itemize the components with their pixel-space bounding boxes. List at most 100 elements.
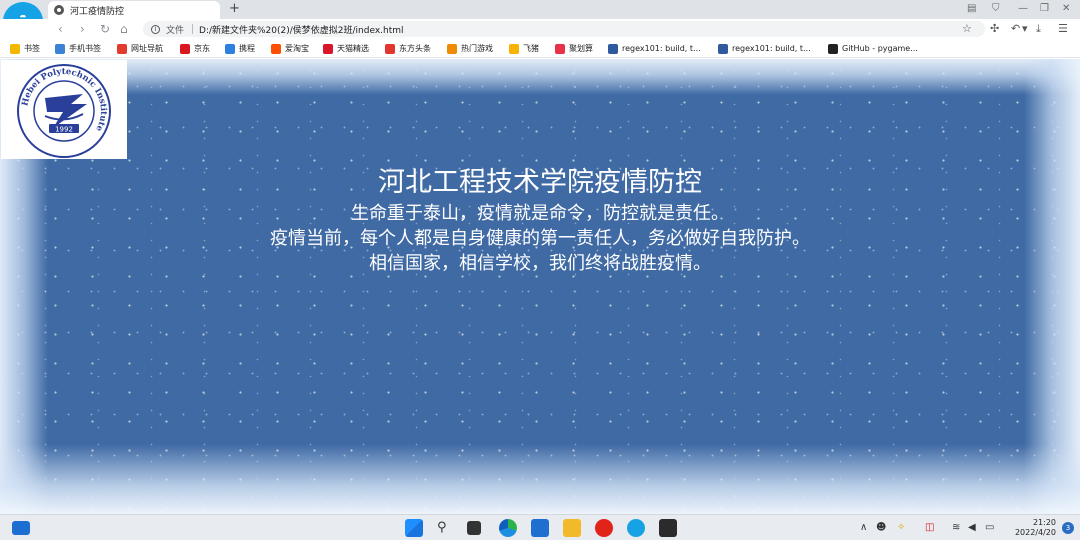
- bookmark-favicon-icon: [385, 43, 395, 54]
- notification-badge[interactable]: 3: [1062, 522, 1074, 534]
- bookmarks-bar: 书签 手机书签 网址导航 京东 携程 爱淘宝 天猫精选 东方头条 热门游戏 飞猪 聚划算 regex1…: [0, 39, 1080, 58]
- bookmark-favicon-icon: [718, 43, 728, 54]
- bookmark-label: 天猫精选: [337, 44, 369, 53]
- bookmark-item[interactable]: 爱淘宝: [271, 42, 309, 55]
- notice-line-3: 相信国家，相信学校，我们终将战胜疫情。: [369, 253, 711, 274]
- page-title: 河北工程技术学院疫情防控: [378, 167, 702, 198]
- bookmark-label: regex101: build, t...: [622, 44, 701, 53]
- frost-border-bottom: [0, 444, 1080, 514]
- notice-line-1: 生命重于泰山，疫情就是命令，防控就是责任。: [351, 203, 729, 224]
- close-button[interactable]: ✕: [1062, 2, 1070, 16]
- clock-time: 21:20: [1032, 518, 1056, 527]
- volume-icon[interactable]: ◀: [968, 522, 976, 534]
- browser-taskbar-icon[interactable]: [627, 519, 645, 537]
- bookmark-item[interactable]: regex101: build, t...: [718, 42, 811, 55]
- sidebar-toggle-icon[interactable]: ▤: [967, 2, 976, 16]
- address-toolbar: ‹ › ↻ ⌂ i 文件 D:/新建文件夹%20(2)/侯梦依虚拟2班/inde…: [0, 19, 1080, 39]
- restore-button[interactable]: ❐: [1040, 2, 1049, 16]
- tab-title: 河工疫情防控: [70, 6, 125, 17]
- snow-pattern: [0, 59, 1080, 514]
- clock-date: 2022/4/20: [1014, 528, 1056, 537]
- bookmark-label: 书签: [24, 44, 40, 53]
- bookmark-item[interactable]: 携程: [225, 42, 255, 55]
- school-logo: Hebei Polytechnic Institute 1992: [1, 60, 127, 159]
- bookmark-label: 聚划算: [569, 44, 593, 53]
- netease-music-icon[interactable]: [595, 519, 613, 537]
- edge-icon[interactable]: [499, 519, 517, 537]
- bookmark-label: 携程: [239, 44, 255, 53]
- new-tab-button[interactable]: +: [229, 1, 240, 17]
- bookmark-favicon-icon: [608, 43, 618, 54]
- tab-strip: 河工疫情防控 + ▤ ⛉ — ❐ ✕: [0, 0, 1080, 40]
- bookmark-label: 京东: [194, 44, 210, 53]
- undo-icon[interactable]: ↶: [1011, 22, 1020, 36]
- bookmark-item[interactable]: 东方头条: [385, 42, 431, 55]
- notice-line-2: 疫情当前，每个人都是自身健康的第一责任人，务必做好自我防护。: [270, 228, 810, 249]
- extensions-icon[interactable]: ✣: [990, 22, 999, 36]
- bookmark-favicon-icon: [55, 43, 65, 54]
- logo-year: 1992: [55, 126, 73, 134]
- battery-icon[interactable]: ▭: [985, 522, 994, 534]
- bookmark-item[interactable]: 天猫精选: [323, 42, 369, 55]
- wifi-icon[interactable]: ≋: [952, 522, 960, 534]
- frost-border-right: [1024, 59, 1080, 514]
- shield-icon[interactable]: ⛉: [992, 2, 1000, 16]
- download-icon[interactable]: ⤓: [1036, 22, 1041, 36]
- reload-button[interactable]: ↻: [100, 21, 110, 37]
- bookmark-item[interactable]: 热门游戏: [447, 42, 493, 55]
- mail-icon[interactable]: [531, 519, 549, 537]
- address-divider: [192, 24, 194, 34]
- bookmark-favicon-icon: [117, 43, 127, 54]
- school-seal-icon: Hebei Polytechnic Institute 1992: [17, 64, 111, 158]
- qq-icon[interactable]: ☻: [876, 522, 886, 534]
- bookmark-item[interactable]: 手机书签: [55, 42, 101, 55]
- frost-border-top: [0, 59, 1080, 95]
- minimize-button[interactable]: —: [1018, 2, 1028, 16]
- bookmark-item[interactable]: 书签: [10, 42, 40, 55]
- bookmark-item[interactable]: 京东: [180, 42, 210, 55]
- tray-app-red-icon[interactable]: ◫: [925, 522, 934, 534]
- bookmark-item[interactable]: 聚划算: [555, 42, 593, 55]
- bookmark-favicon-icon: [447, 43, 457, 54]
- tray-app-icon[interactable]: ✧: [897, 522, 905, 534]
- bookmark-label: 手机书签: [69, 44, 101, 53]
- back-button[interactable]: ‹: [58, 21, 63, 37]
- info-icon[interactable]: i: [151, 24, 160, 34]
- bookmark-favicon-icon: [323, 43, 333, 54]
- address-scheme-label: 文件: [166, 25, 185, 36]
- task-view-icon[interactable]: [467, 521, 481, 535]
- page-viewport: Hebei Polytechnic Institute 1992 河北工程技术学…: [0, 59, 1080, 514]
- bookmark-item[interactable]: regex101: build, t...: [608, 42, 701, 55]
- file-explorer-icon[interactable]: [563, 519, 581, 537]
- menu-icon[interactable]: ☰: [1058, 22, 1068, 36]
- forward-button[interactable]: ›: [80, 21, 85, 37]
- address-url[interactable]: D:/新建文件夹%20(2)/侯梦依虚拟2班/index.html: [199, 23, 404, 36]
- bookmark-star-icon[interactable]: ☆: [962, 22, 972, 35]
- search-icon[interactable]: ⚲: [437, 519, 447, 537]
- taskbar-clock[interactable]: 21:20 2022/4/20: [1015, 518, 1056, 538]
- tray-overflow-icon[interactable]: ∧: [860, 522, 867, 534]
- address-bar[interactable]: i 文件 D:/新建文件夹%20(2)/侯梦依虚拟2班/index.html: [143, 21, 985, 37]
- tab-active[interactable]: 河工疫情防控: [48, 1, 220, 19]
- app-taskbar-icon[interactable]: [659, 519, 677, 537]
- tab-favicon-icon: [54, 5, 64, 15]
- bookmark-favicon-icon: [180, 43, 190, 54]
- start-icon[interactable]: [405, 519, 423, 537]
- bookmark-label: GitHub - pygame...: [842, 44, 918, 53]
- bookmark-label: 热门游戏: [461, 44, 493, 53]
- bookmark-item[interactable]: GitHub - pygame...: [828, 42, 918, 55]
- widgets-icon[interactable]: [12, 521, 30, 535]
- home-button[interactable]: ⌂: [120, 21, 128, 37]
- bookmark-label: regex101: build, t...: [732, 44, 811, 53]
- bookmark-label: 网址导航: [131, 44, 163, 53]
- bookmark-label: 爱淘宝: [285, 44, 309, 53]
- chevron-down-icon[interactable]: ▾: [1022, 22, 1028, 36]
- bookmark-item[interactable]: 飞猪: [509, 42, 539, 55]
- bookmark-favicon-icon: [225, 43, 235, 54]
- bookmark-item[interactable]: 网址导航: [117, 42, 163, 55]
- taskbar: ⚲ ∧ ☻ ✧ ◫ ≋ ◀ ▭ 21:20 2022/4/20 3: [0, 514, 1080, 540]
- bookmark-favicon-icon: [555, 43, 565, 54]
- bookmark-favicon-icon: [828, 43, 838, 54]
- bookmark-favicon-icon: [271, 43, 281, 54]
- bookmark-label: 飞猪: [523, 44, 539, 53]
